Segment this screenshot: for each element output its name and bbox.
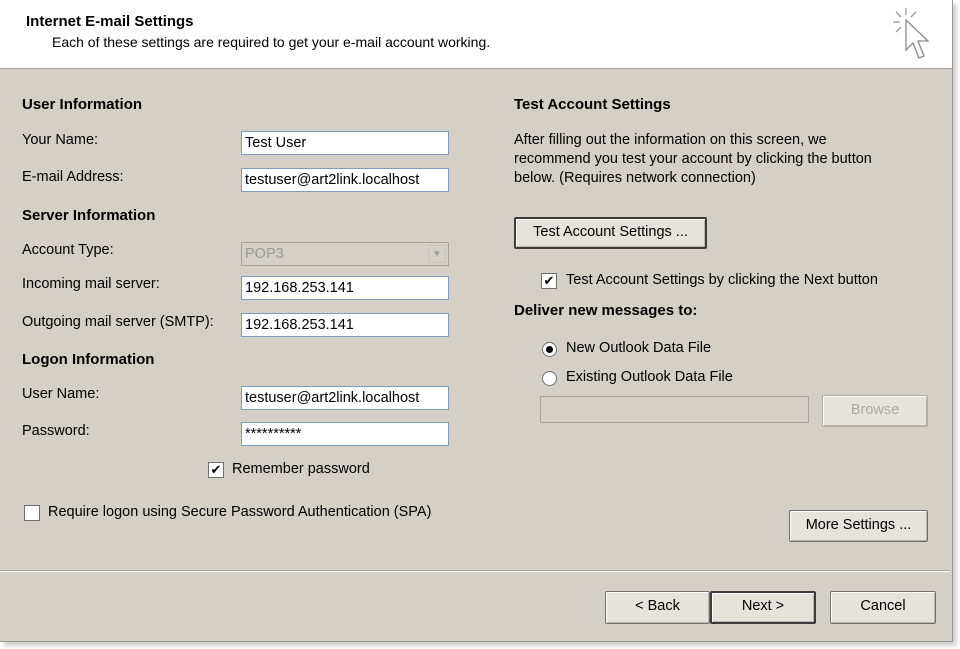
new-data-file-radio[interactable] (542, 342, 557, 357)
server-information-heading: Server Information (22, 207, 156, 224)
footer-divider (0, 570, 950, 572)
spa-checkbox[interactable] (24, 505, 40, 521)
existing-data-file-radio[interactable] (542, 371, 557, 386)
existing-data-file-label: Existing Outlook Data File (566, 369, 733, 385)
email-address-field[interactable]: testuser@art2link.localhost (241, 168, 449, 192)
logon-information-heading: Logon Information (22, 351, 155, 368)
deliver-messages-heading: Deliver new messages to: (514, 302, 698, 319)
test-description-line3: below. (Requires network connection) (514, 170, 756, 186)
checkmark-icon: ✔ (543, 273, 555, 288)
incoming-server-label: Incoming mail server: (22, 276, 160, 292)
account-type-select: POP3 ▼ (241, 242, 449, 266)
remember-password-label: Remember password (232, 461, 370, 477)
new-data-file-label: New Outlook Data File (566, 340, 712, 356)
account-type-label: Account Type: (22, 242, 114, 258)
test-on-next-checkbox[interactable]: ✔ (541, 273, 557, 289)
test-description-line2: recommend you test your account by click… (514, 151, 872, 167)
checkmark-icon: ✔ (210, 462, 222, 477)
dialog-window: Internet E-mail Settings Each of these s… (0, 0, 953, 642)
test-account-settings-button[interactable]: Test Account Settings ... (514, 217, 707, 249)
radio-selected-dot (546, 346, 553, 353)
user-name-field[interactable]: testuser@art2link.localhost (241, 386, 449, 410)
cursor-sparkle-icon (893, 8, 930, 59)
cancel-button[interactable]: Cancel (830, 591, 936, 624)
password-label: Password: (22, 423, 90, 439)
page-subtitle: Each of these settings are required to g… (52, 34, 491, 50)
your-name-field[interactable]: Test User (241, 131, 449, 155)
remember-password-checkbox[interactable]: ✔ (208, 462, 224, 478)
your-name-label: Your Name: (22, 132, 99, 148)
test-description-line1: After filling out the information on thi… (514, 132, 827, 148)
email-address-label: E-mail Address: (22, 169, 124, 185)
spa-label: Require logon using Secure Password Auth… (48, 504, 432, 520)
incoming-server-field[interactable]: 192.168.253.141 (241, 276, 449, 300)
user-name-label: User Name: (22, 386, 100, 402)
outgoing-server-label: Outgoing mail server (SMTP): (22, 314, 214, 330)
page-title: Internet E-mail Settings (26, 13, 194, 30)
more-settings-button[interactable]: More Settings ... (789, 510, 928, 542)
back-button[interactable]: < Back (605, 591, 710, 624)
user-information-heading: User Information (22, 96, 143, 113)
existing-file-path-field (540, 396, 809, 423)
test-on-next-label: Test Account Settings by clicking the Ne… (566, 272, 878, 288)
password-field[interactable]: ********** (241, 422, 449, 446)
test-account-heading: Test Account Settings (514, 96, 671, 113)
wizard-header: Internet E-mail Settings Each of these s… (0, 0, 952, 69)
next-button[interactable]: Next > (710, 591, 816, 624)
outgoing-server-field[interactable]: 192.168.253.141 (241, 313, 449, 337)
browse-button: Browse (822, 395, 928, 427)
account-type-value: POP3 (245, 246, 284, 262)
chevron-down-icon: ▼ (428, 245, 446, 263)
